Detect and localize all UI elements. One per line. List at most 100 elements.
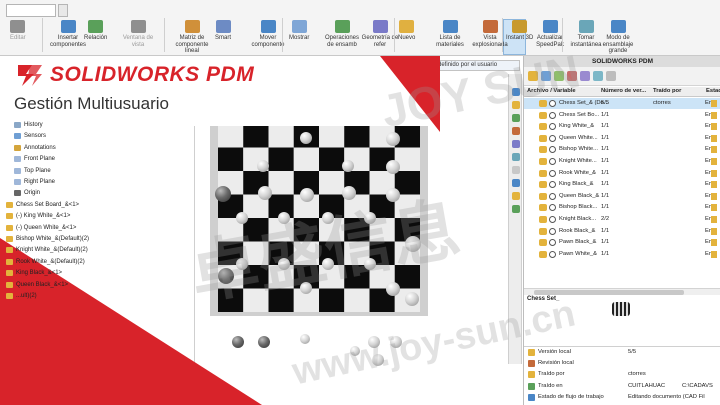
pdm-file-row[interactable]: Pawn White_& 1/1 En <box>524 249 720 260</box>
check-in-icon[interactable] <box>541 71 551 81</box>
undo-check-out-icon[interactable] <box>567 71 577 81</box>
board-square <box>319 288 345 312</box>
pdm-horizontal-scrollbar[interactable] <box>524 288 720 295</box>
pdm-file-row[interactable]: Chess Set Bo... 1/1 En <box>524 110 720 121</box>
file-preview-thumbnail <box>612 302 630 316</box>
show-icon <box>291 20 307 33</box>
ribbon-button-5[interactable]: Matriz de componente lineal <box>172 20 212 55</box>
column-version[interactable]: Número de ver... <box>601 88 646 94</box>
pdm-file-row[interactable]: Queen White... 1/1 En <box>524 133 720 144</box>
board-square <box>218 124 244 148</box>
ribbon-button-2[interactable]: Insertar componentes <box>48 20 88 48</box>
pdm-file-row[interactable]: Pawn Black_& 1/1 En <box>524 237 720 248</box>
tree-item[interactable]: ...ult)(2) <box>6 293 37 299</box>
config-combo[interactable] <box>6 4 56 17</box>
scrollbar-thumb[interactable] <box>534 290 684 295</box>
tree-item[interactable]: Rook White_&(Default)(2) <box>6 258 85 265</box>
tree-item[interactable]: Right Plane <box>14 179 55 185</box>
chess-piece <box>300 282 312 294</box>
change-state-icon[interactable] <box>580 71 590 81</box>
pdm-file-row[interactable]: Knight White... 1/1 En <box>524 156 720 167</box>
column-file[interactable]: Archivo / Variable <box>527 88 576 94</box>
task-pane-tab-icon[interactable] <box>512 179 520 187</box>
pdm-file-row[interactable]: Bishop White... 1/1 En <box>524 144 720 155</box>
ribbon-button-17[interactable]: Modo de ensamblaje grande <box>598 20 638 55</box>
pdm-file-row[interactable]: Bishop Black... 1/1 En <box>524 202 720 213</box>
ribbon-button-3[interactable]: Relación <box>84 20 107 42</box>
tree-item[interactable]: Queen Black_&<1> <box>6 281 68 288</box>
insert-component-icon <box>60 20 76 33</box>
ribbon-button-12[interactable]: Lista de materiales <box>430 20 470 48</box>
file-version: 1/1 <box>601 123 610 130</box>
task-pane-tab-icon[interactable] <box>512 205 520 213</box>
ribbon-button-4[interactable]: Ventana de vista <box>118 20 158 48</box>
task-pane-tab-icon[interactable] <box>512 114 520 122</box>
task-pane-tab-icon[interactable] <box>512 101 520 109</box>
property-value-path: C:\CADAVS <box>682 382 713 389</box>
task-pane-tab-icon[interactable] <box>512 166 520 174</box>
config-combo-arrow[interactable] <box>58 4 68 17</box>
chess-piece <box>364 258 376 270</box>
pdm-file-row[interactable]: King Black_& 1/1 En <box>524 179 720 190</box>
ribbon-button-13[interactable]: Vista explosionada <box>470 20 510 48</box>
task-pane-tab-icon[interactable] <box>512 127 520 135</box>
tree-item[interactable]: History <box>14 122 43 128</box>
column-state[interactable]: Estad <box>706 88 720 94</box>
tree-item[interactable]: Sensors <box>14 133 46 140</box>
tree-item-label: (-) Queen White_&<1> <box>16 224 77 231</box>
pdm-file-row[interactable]: Queen Black_& 1/1 En <box>524 191 720 202</box>
tree-item-label: Top Plane <box>24 167 51 174</box>
pdm-file-row[interactable]: Rook White_& 1/1 En <box>524 168 720 179</box>
tree-item[interactable]: Top Plane <box>14 167 51 174</box>
task-pane-tab-icon[interactable] <box>512 192 520 200</box>
tree-item[interactable]: Knight White_&(Default)(2) <box>6 247 88 254</box>
refresh-icon[interactable] <box>593 71 603 81</box>
part-file-icon <box>549 192 556 200</box>
file-name: Queen White... <box>559 134 598 141</box>
tree-item[interactable]: Annotations <box>14 144 56 151</box>
preview-title: Chess Set_ <box>527 296 560 302</box>
file-name: Bishop White... <box>559 146 598 153</box>
board-square <box>293 218 319 242</box>
lock-status-icon <box>539 216 547 223</box>
task-pane-tabs <box>508 74 522 364</box>
tree-item[interactable]: (-) King White_&<1> <box>6 213 71 220</box>
ribbon-button-6[interactable]: Smart <box>215 20 231 42</box>
pdm-file-row[interactable]: Rook Black_& 1/1 En <box>524 226 720 237</box>
state-icon <box>711 239 717 247</box>
pdm-file-row[interactable]: Knight Black... 2/2 En <box>524 214 720 225</box>
tree-item[interactable]: Front Plane <box>14 156 55 163</box>
tree-item[interactable]: Origin <box>14 190 40 197</box>
state-icon <box>711 134 717 142</box>
pdm-file-row[interactable]: Chess Set_& (De... 5/5 ctorres En <box>524 98 720 109</box>
chess-piece <box>258 186 272 200</box>
column-user[interactable]: Traído por <box>653 88 681 94</box>
ds-logo-icon <box>18 65 42 86</box>
tree-item[interactable]: (-) Queen White_&<1> <box>6 224 77 231</box>
state-icon <box>711 146 717 154</box>
ribbon-button-9[interactable]: Operaciones de ensamb <box>322 20 362 48</box>
get-latest-icon[interactable] <box>554 71 564 81</box>
chess-piece <box>342 160 354 172</box>
task-pane-tab-icon[interactable] <box>512 88 520 96</box>
ribbon-button-8[interactable]: Mostrar <box>289 20 309 42</box>
part-file-icon <box>549 146 556 154</box>
chess-piece <box>342 186 356 200</box>
property-key: Estado de flujo de trabajo <box>538 393 604 400</box>
task-pane-tab-icon[interactable] <box>512 153 520 161</box>
check-out-icon[interactable] <box>528 71 538 81</box>
ribbon-button-1[interactable]: Editar <box>10 20 26 42</box>
pdm-file-row[interactable]: King White_& 1/1 En <box>524 121 720 132</box>
tree-item[interactable]: King Black_&<1> <box>6 270 62 277</box>
task-pane-tab-icon[interactable] <box>512 140 520 148</box>
tree-item[interactable]: Bishop White_&(Default)(2) <box>6 236 89 242</box>
file-version: 1/1 <box>601 250 610 257</box>
tree-item-label: Knight White_&(Default)(2) <box>16 247 88 254</box>
ribbon-button-15[interactable]: Actualizar SpeedPak <box>530 20 570 48</box>
options-icon[interactable] <box>606 71 616 81</box>
workflow-icon <box>528 393 535 401</box>
tree-item[interactable]: Chess Set Board_&<1> <box>6 201 79 208</box>
tree-item-label: (-) King White_&<1> <box>16 213 71 220</box>
ribbon-separator <box>502 18 503 52</box>
ribbon-button-11[interactable]: Nuevo <box>398 20 415 42</box>
